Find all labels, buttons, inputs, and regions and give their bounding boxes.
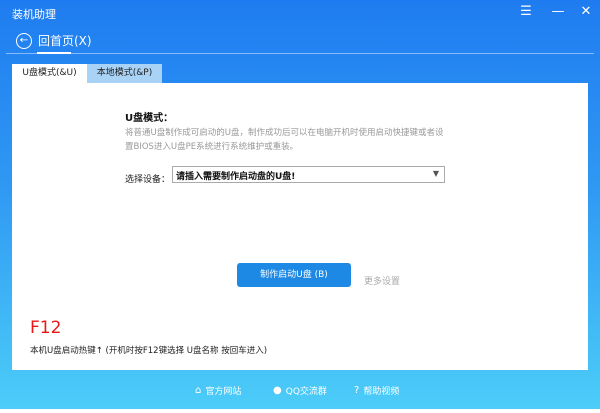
tab-local-mode[interactable]: 本地模式(&P)	[87, 64, 162, 83]
desktop-strip	[0, 409, 600, 413]
section-description: 将普通U盘制作成可启动的U盘，制作成功后可以在电脑开机时使用启动快捷键或者设置B…	[125, 128, 444, 152]
back-home-button[interactable]: ← 回首页(X)	[16, 32, 92, 49]
section-heading: U盘模式：	[125, 113, 174, 124]
active-underline	[37, 52, 71, 54]
make-boot-usb-button[interactable]: 制作启动U盘 (B)	[237, 263, 351, 287]
home-icon: ⌂	[195, 385, 202, 396]
footer-label: 帮助视频	[363, 387, 400, 397]
hotkey-key: F12	[30, 318, 62, 338]
close-icon[interactable]: ✕	[576, 4, 596, 19]
window-title: 装机助理	[12, 8, 56, 21]
back-arrow-icon: ←	[16, 32, 32, 49]
chevron-down-icon: ▼	[432, 169, 439, 178]
hotkey-text: 本机U盘启动热键↑ (开机时按F12键选择 U盘名称 按回车进入)	[30, 346, 268, 356]
qq-icon: ●	[273, 385, 282, 396]
tab-usb-mode[interactable]: U盘模式(&U)	[12, 64, 87, 83]
device-label: 选择设备：	[125, 175, 171, 185]
usb-mode-panel: U盘模式： 将普通U盘制作成可启动的U盘，制作成功后可以在电脑开机时使用启动快捷…	[12, 83, 588, 370]
app-window: 装机助理 ☰ — ✕ ← 回首页(X) U盘模式(&U) 本地模式(&P) U盘…	[0, 0, 600, 409]
footer-label: QQ交流群	[285, 387, 327, 397]
device-select[interactable]: 请插入需要制作启动盘的U盘! ▼	[172, 166, 445, 183]
footer-help-video[interactable]: ? 帮助视频	[354, 384, 399, 397]
more-settings-link[interactable]: 更多设置	[364, 274, 400, 287]
minimize-icon[interactable]: —	[548, 4, 568, 19]
device-value: 请插入需要制作启动盘的U盘!	[176, 172, 296, 182]
back-label: 回首页(X)	[38, 34, 92, 48]
menu-icon[interactable]: ☰	[516, 4, 536, 19]
footer-official-site[interactable]: ⌂ 官方网站	[195, 384, 241, 397]
divider	[6, 53, 594, 54]
footer-qq-group[interactable]: ● QQ交流群	[273, 384, 327, 397]
help-icon: ?	[354, 385, 360, 396]
footer-label: 官方网站	[205, 387, 242, 397]
